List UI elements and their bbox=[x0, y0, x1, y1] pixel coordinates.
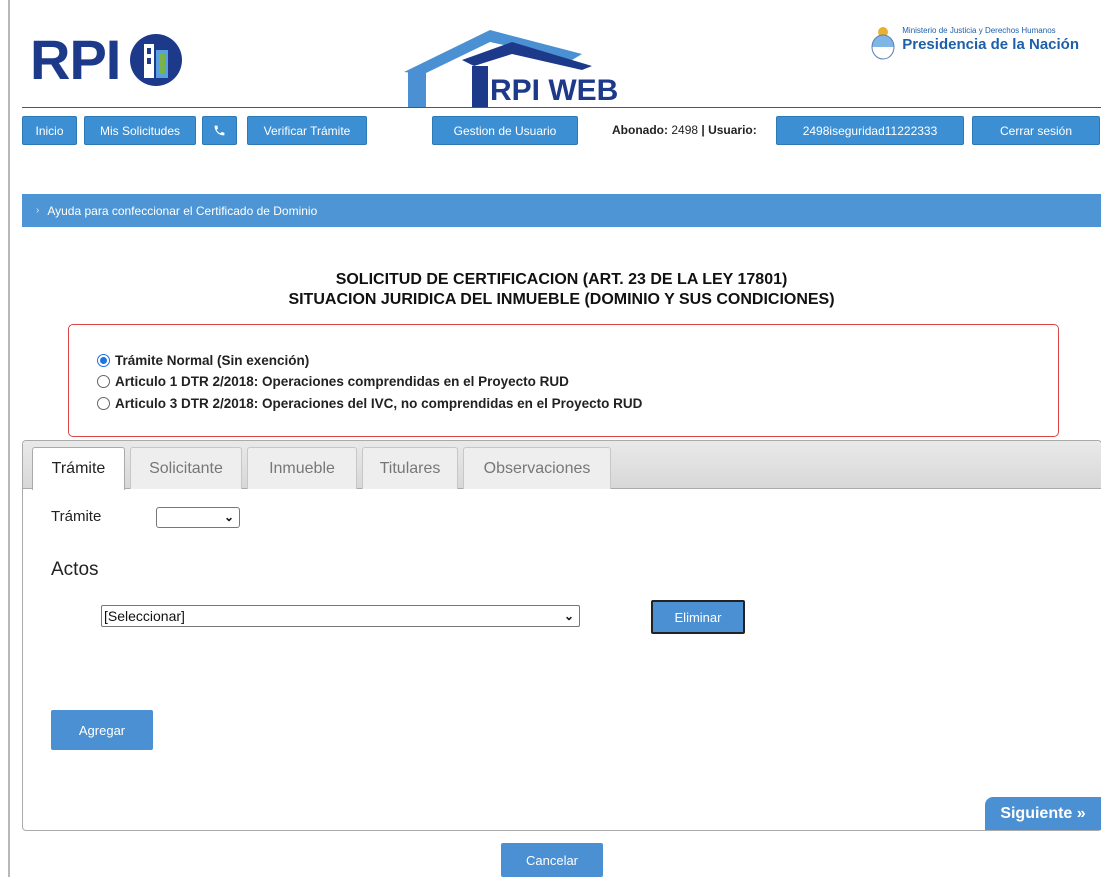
actos-heading: Actos bbox=[51, 559, 99, 580]
tab-observaciones[interactable]: Observaciones bbox=[463, 447, 611, 489]
option-label: Articulo 1 DTR 2/2018: Operaciones compr… bbox=[115, 374, 569, 389]
option-articulo-3[interactable]: Articulo 3 DTR 2/2018: Operaciones del I… bbox=[97, 396, 642, 411]
agregar-button[interactable]: Agregar bbox=[51, 710, 153, 750]
rpi-web-logo: RPI WEB bbox=[402, 24, 622, 110]
chevron-down-icon: ⌄ bbox=[223, 510, 234, 524]
nav-mis-solicitudes-button[interactable]: Mis Solicitudes bbox=[84, 116, 196, 145]
account-info: Abonado: 2498 | Usuario: bbox=[612, 123, 757, 137]
nav-phone-button[interactable] bbox=[202, 116, 237, 145]
radio-articulo-1[interactable] bbox=[97, 375, 110, 388]
nav-gestion-usuario-button[interactable]: Gestion de Usuario bbox=[432, 116, 578, 145]
argentina-seal-icon bbox=[871, 27, 895, 60]
tab-titulares[interactable]: Titulares bbox=[362, 447, 458, 489]
usuario-label: | Usuario: bbox=[701, 123, 757, 137]
abonado-value: 2498 bbox=[671, 123, 699, 137]
help-accordion-bar[interactable]: › Ayuda para confeccionar el Certificado… bbox=[22, 194, 1101, 227]
chevron-right-icon: › bbox=[36, 205, 40, 216]
siguiente-button[interactable]: Siguiente » bbox=[985, 797, 1101, 830]
top-navigation: Inicio Mis Solicitudes Verificar Trámite… bbox=[22, 114, 1101, 148]
rpi-building-icon bbox=[130, 34, 183, 86]
option-articulo-1[interactable]: Articulo 1 DTR 2/2018: Operaciones compr… bbox=[97, 374, 569, 389]
nav-inicio-button[interactable]: Inicio bbox=[22, 116, 77, 145]
rpi-logo-text: RPI bbox=[30, 28, 121, 91]
nav-verificar-tramite-button[interactable]: Verificar Trámite bbox=[247, 116, 367, 145]
chevron-down-icon: ⌄ bbox=[563, 609, 574, 623]
cancelar-button[interactable]: Cancelar bbox=[501, 843, 603, 877]
header: RPI RPI WEB Ministerio de Justicia y Der… bbox=[22, 12, 1101, 108]
actos-select[interactable]: [Seleccionar] ⌄ bbox=[101, 605, 580, 627]
help-accordion-label: Ayuda para confeccionar el Certificado d… bbox=[47, 203, 318, 218]
usuario-value-badge: 2498iseguridad11222333 bbox=[776, 116, 964, 145]
page-title: SOLICITUD DE CERTIFICACION (ART. 23 DE L… bbox=[22, 270, 1101, 310]
cerrar-sesion-button[interactable]: Cerrar sesión bbox=[972, 116, 1100, 145]
presidency-label: Presidencia de la Nación bbox=[902, 36, 1079, 53]
option-label: Articulo 3 DTR 2/2018: Operaciones del I… bbox=[115, 396, 643, 411]
abonado-label: Abonado: bbox=[612, 123, 668, 137]
radio-tramite-normal[interactable] bbox=[97, 354, 110, 367]
phone-icon bbox=[214, 125, 225, 136]
radio-articulo-3[interactable] bbox=[97, 397, 110, 410]
form-tabs-panel: Trámite Solicitante Inmueble Titulares O… bbox=[22, 440, 1101, 831]
eliminar-button[interactable]: Eliminar bbox=[651, 600, 745, 634]
tramite-type-options: Trámite Normal (Sin exención) Articulo 1… bbox=[68, 324, 1059, 437]
rpi-logo: RPI bbox=[30, 30, 184, 90]
ministry-label: Ministerio de Justicia y Derechos Humano… bbox=[902, 26, 1056, 35]
tab-solicitante[interactable]: Solicitante bbox=[130, 447, 242, 489]
header-divider bbox=[22, 107, 1101, 108]
tab-bar: Trámite Solicitante Inmueble Titulares O… bbox=[23, 441, 1101, 490]
tramite-field-label: Trámite bbox=[51, 508, 102, 525]
government-brand: Ministerio de Justicia y Derechos Humano… bbox=[870, 26, 1079, 60]
rpi-web-text: RPI WEB bbox=[490, 74, 619, 107]
option-label: Trámite Normal (Sin exención) bbox=[115, 353, 310, 368]
tab-inmueble[interactable]: Inmueble bbox=[247, 447, 357, 489]
option-tramite-normal[interactable]: Trámite Normal (Sin exención) bbox=[97, 353, 309, 368]
tab-tramite[interactable]: Trámite bbox=[32, 447, 125, 490]
page-title-line1: SOLICITUD DE CERTIFICACION (ART. 23 DE L… bbox=[335, 271, 788, 288]
window-edge bbox=[8, 0, 10, 877]
tramite-select[interactable]: ⌄ bbox=[156, 507, 240, 528]
actos-select-value: [Seleccionar] bbox=[104, 608, 185, 624]
page-title-line2: SITUACION JURIDICA DEL INMUEBLE (DOMINIO… bbox=[288, 291, 835, 308]
